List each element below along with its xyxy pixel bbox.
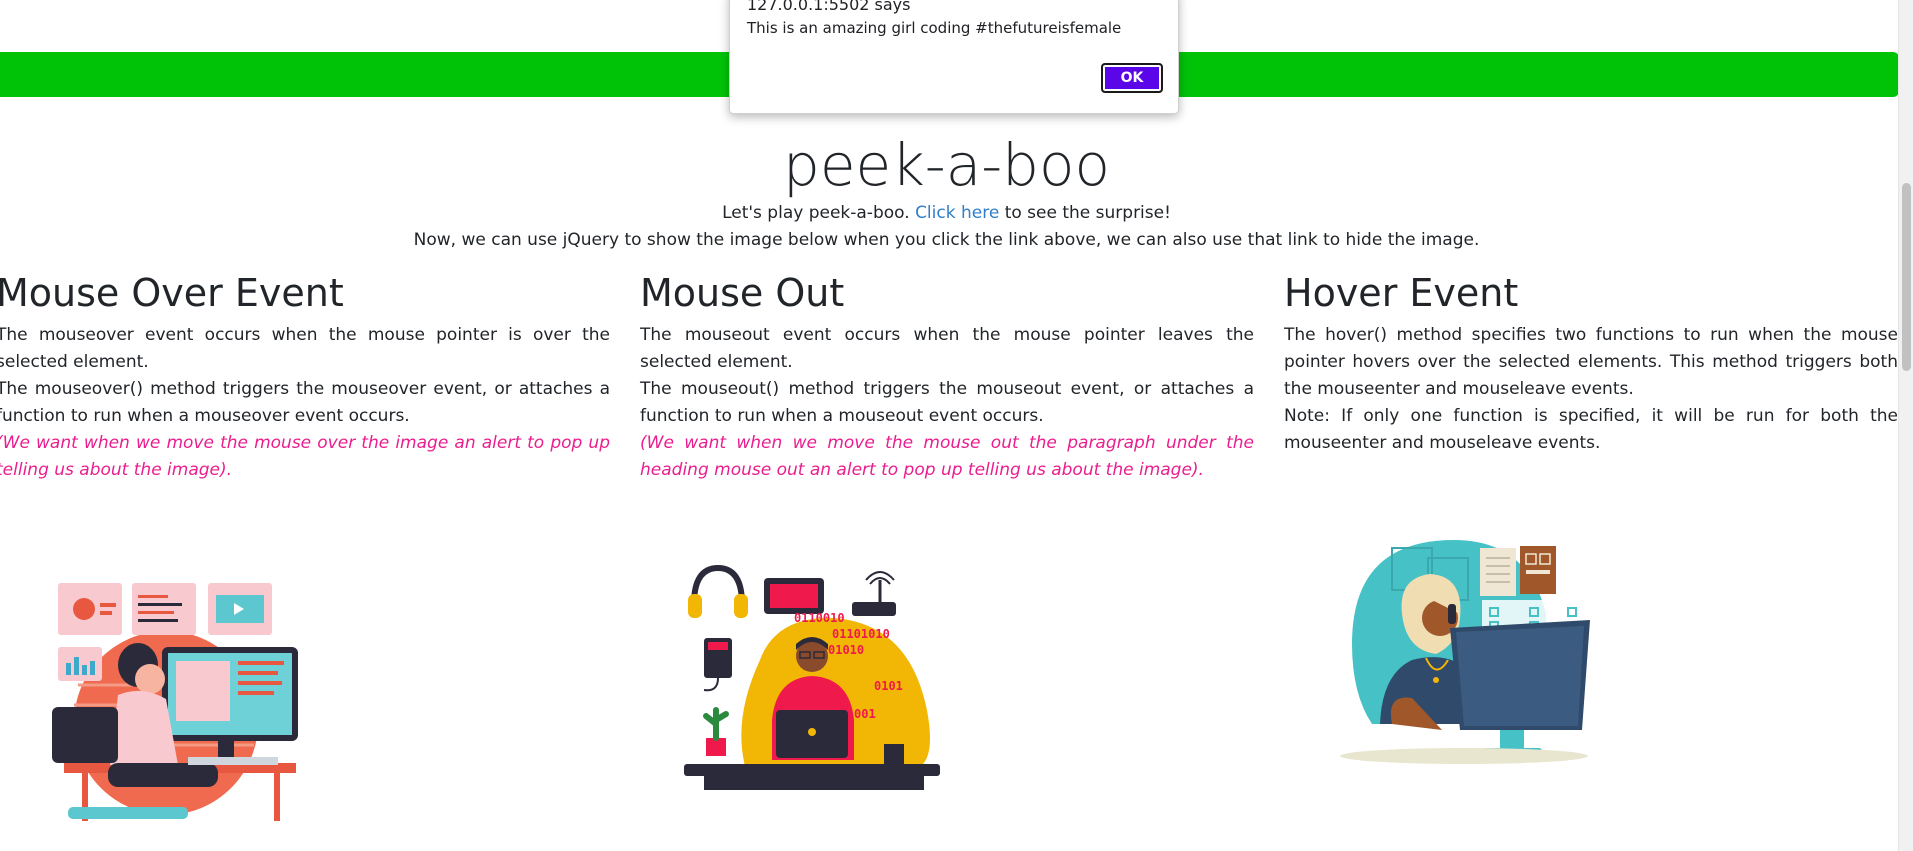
click-here-link[interactable]: Click here xyxy=(915,203,999,223)
column-hover: Hover Event The hover() method specifies… xyxy=(1284,268,1898,457)
column-paragraph: The mouseover() method triggers the mous… xyxy=(0,379,610,426)
intro-prefix: Let's play peek-a-boo. xyxy=(722,203,910,223)
intro-line-2: Now, we can use jQuery to show the image… xyxy=(413,230,1480,250)
alert-message: This is an amazing girl coding #thefutur… xyxy=(747,19,1122,37)
binary-line: 01101010 xyxy=(832,627,890,641)
column-mouse-over: Mouse Over Event The mouseover event occ… xyxy=(0,268,610,484)
girl-coding-illustration[interactable] xyxy=(38,575,302,825)
binary-line: 0101 xyxy=(874,679,903,693)
binary-line: 001 xyxy=(854,707,876,721)
column-paragraph: Note: If only one function is specified,… xyxy=(1284,406,1898,453)
intro: Let's play peek-a-boo. Click here to see… xyxy=(0,200,1893,254)
column-note: (We want when we move the mouse over the… xyxy=(0,433,610,480)
intro-suffix: to see the surprise! xyxy=(1004,203,1171,223)
woman-phone-illustration[interactable] xyxy=(1332,534,1600,770)
column-paragraph: The mouseover event occurs when the mous… xyxy=(0,325,610,372)
page-title: peek-a-boo xyxy=(783,131,1110,199)
column-heading: Mouse Over Event xyxy=(0,271,344,315)
binary-line: 01010 xyxy=(828,643,864,657)
alert-origin: 127.0.0.1:5502 says xyxy=(747,0,911,14)
binary-line: 0110010 xyxy=(794,611,845,625)
column-note[interactable]: (We want when we move the mouse out the … xyxy=(640,430,1254,484)
column-paragraph: The mouseout event occurs when the mouse… xyxy=(640,325,1254,372)
intro-line-1: Let's play peek-a-boo. Click here to see… xyxy=(0,200,1893,227)
column-paragraph: The mouseout() method triggers the mouse… xyxy=(640,379,1254,426)
vertical-scrollbar[interactable] xyxy=(1898,0,1913,851)
column-mouse-out: Mouse Out The mouseout event occurs when… xyxy=(640,268,1254,484)
column-heading: Mouse Out xyxy=(640,271,845,315)
column-heading: Hover Event xyxy=(1284,271,1519,315)
ok-button[interactable]: OK xyxy=(1101,63,1163,93)
column-paragraph: The hover() method specifies two functio… xyxy=(1284,325,1898,399)
alert-dialog: 127.0.0.1:5502 says This is an amazing g… xyxy=(729,0,1179,114)
man-laptop-illustration[interactable]: 0110010 01101010 01010 0101 001 xyxy=(684,560,944,796)
scrollbar-thumb[interactable] xyxy=(1902,183,1911,371)
